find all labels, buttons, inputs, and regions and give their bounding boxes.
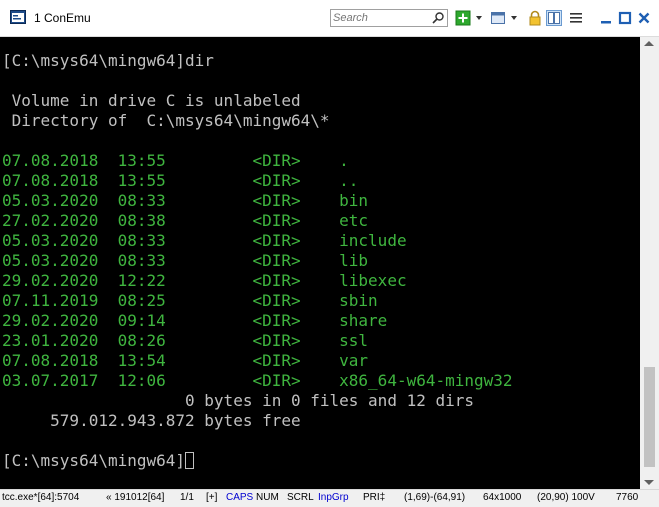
close-icon[interactable] <box>636 10 652 26</box>
scrollbar-thumb[interactable] <box>644 367 655 467</box>
console-area[interactable]: [C:\msys64\mingw64]dir Volume in drive C… <box>0 37 640 489</box>
maximize-icon[interactable] <box>617 10 633 26</box>
console-line: 07.08.2018 13:55 <DIR> . <box>2 151 349 170</box>
console-line: Directory of C:\msys64\mingw64\* <box>2 111 330 130</box>
status-cursor-pos: (20,90) 100V <box>537 492 595 503</box>
vertical-scrollbar[interactable] <box>640 37 659 489</box>
dropdown-arrow-icon[interactable] <box>474 10 484 26</box>
console-line: 29.02.2020 09:14 <DIR> share <box>2 311 388 330</box>
minimize-icon[interactable] <box>598 10 614 26</box>
search-box[interactable] <box>330 9 448 27</box>
console-line: 05.03.2020 08:33 <DIR> bin <box>2 191 369 210</box>
search-icon[interactable] <box>431 11 445 25</box>
status-console-index[interactable]: 1/1 <box>180 492 194 503</box>
console-line: 07.08.2018 13:54 <DIR> var <box>2 351 369 370</box>
console-line: 05.03.2020 08:33 <DIR> include <box>2 231 407 250</box>
text-cursor <box>185 452 195 469</box>
conemu-app-icon[interactable] <box>10 9 26 25</box>
status-bar: tcc.exe*[64]:5704 « 191012[64] 1/1 [+] C… <box>0 489 659 507</box>
status-buffer-size: 64x1000 <box>483 492 522 503</box>
console-line: 03.07.2017 12:06 <DIR> x86_64-w64-mingw3… <box>2 371 513 390</box>
status-process[interactable]: tcc.exe*[64]:5704 <box>2 492 79 503</box>
title-bar: 1 ConEmu <box>0 0 659 37</box>
console-prompt: [C:\msys64\mingw64] <box>2 451 186 470</box>
status-scrl[interactable]: SCRL <box>287 492 314 503</box>
new-console-plus-icon[interactable] <box>455 10 471 26</box>
console-line: 27.02.2020 08:38 <DIR> etc <box>2 211 369 230</box>
console-line: [C:\msys64\mingw64]dir <box>2 51 214 70</box>
status-pid: « 191012[64] <box>106 492 165 503</box>
status-priority[interactable]: PRI‡ <box>363 492 385 503</box>
console-line: 07.08.2018 13:55 <DIR> .. <box>2 171 359 190</box>
console-line: 07.11.2019 08:25 <DIR> sbin <box>2 291 378 310</box>
status-pid-tail: 7760 <box>616 492 639 503</box>
settings-menu-icon[interactable] <box>568 10 584 26</box>
scroll-up-arrow-icon[interactable] <box>644 41 654 46</box>
status-flag: [+] <box>206 492 218 503</box>
console-output: [C:\msys64\mingw64]dir Volume in drive C… <box>2 51 513 471</box>
split-view-icon[interactable] <box>546 10 562 26</box>
window-title: 1 ConEmu <box>34 11 91 25</box>
scroll-down-arrow-icon[interactable] <box>644 480 654 485</box>
search-input[interactable] <box>333 11 429 25</box>
dropdown-arrow-icon[interactable] <box>509 10 519 26</box>
console-line: 23.01.2020 08:26 <DIR> ssl <box>2 331 369 350</box>
console-line: 29.02.2020 12:22 <DIR> libexec <box>2 271 407 290</box>
console-line: Volume in drive C is unlabeled <box>2 91 301 110</box>
console-line: 579.012.943.872 bytes free <box>2 411 301 430</box>
status-input-group[interactable]: InpGrp <box>318 492 349 503</box>
console-line: 0 bytes in 0 files and 12 dirs <box>2 391 475 410</box>
status-caps[interactable]: CAPS <box>226 492 253 503</box>
console-list-icon[interactable] <box>490 10 506 26</box>
status-num[interactable]: NUM <box>256 492 279 503</box>
status-selection: (1,69)-(64,91) <box>404 492 466 503</box>
console-line: 05.03.2020 08:33 <DIR> lib <box>2 251 369 270</box>
lock-icon[interactable] <box>527 10 543 26</box>
